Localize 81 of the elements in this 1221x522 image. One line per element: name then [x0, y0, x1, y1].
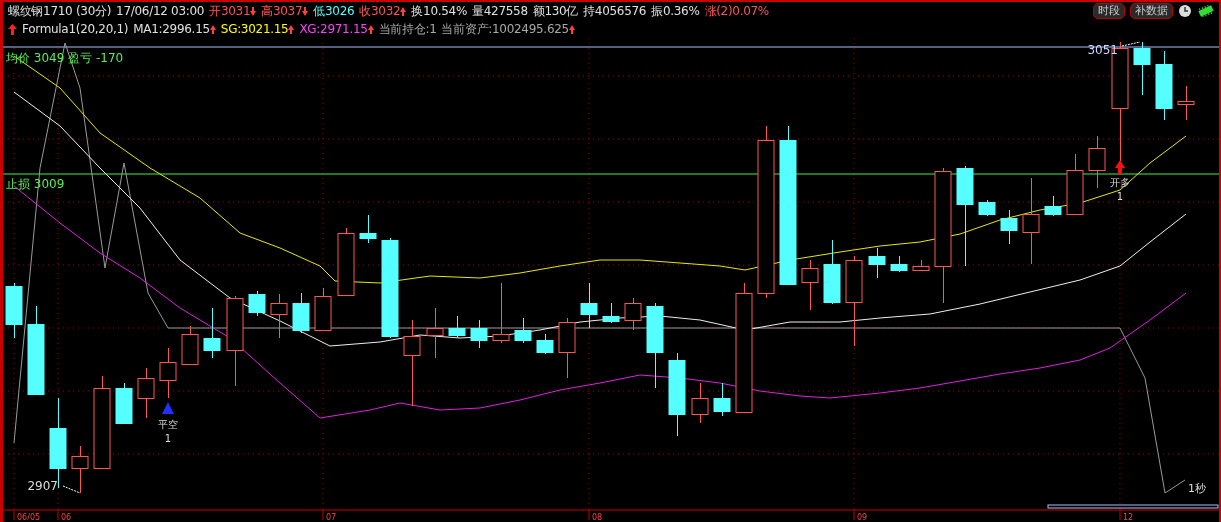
date-axis-label: 07 [326, 512, 337, 520]
candlestick [602, 302, 620, 324]
candlestick [448, 315, 466, 339]
candlestick [536, 333, 554, 355]
candlestick [470, 319, 488, 349]
candlestick [1088, 135, 1106, 189]
toolbar-button[interactable]: 时段 [1093, 3, 1125, 19]
candlestick [823, 239, 841, 305]
quote-value: 17/06/12 03:00 [116, 3, 205, 20]
scroll-bar[interactable] [1047, 504, 1219, 509]
signal-count: 1 [1116, 191, 1124, 202]
candlestick [5, 282, 23, 339]
quote-value: Formula1(20,20,1) [22, 21, 129, 38]
quote-value: 额130亿 [532, 3, 579, 20]
quote-value: 量427558 [472, 3, 528, 20]
triangle-icon [162, 402, 174, 414]
candlestick [203, 307, 221, 359]
candlestick [912, 259, 930, 271]
up-arrow-icon [1115, 160, 1125, 174]
candlestick [558, 317, 576, 379]
candlestick [270, 293, 288, 339]
candlestick [514, 317, 532, 344]
candlestick [1177, 85, 1195, 121]
candlestick [337, 227, 355, 297]
high-price-label: 3051 [1087, 43, 1118, 57]
signal-count: 1 [164, 433, 172, 444]
candlestick [1133, 41, 1151, 96]
up-arrow-icon [8, 23, 17, 35]
candlestick [1066, 153, 1084, 215]
quote-value: 涨(2)0.07% [704, 3, 769, 20]
low-price-label: 2907 [27, 479, 58, 493]
quote-value: 持4056576 [583, 3, 647, 20]
candlestick [801, 259, 819, 311]
quote-value: 螺纹钢1710 (30分) [8, 3, 112, 20]
candlestick [71, 445, 89, 494]
quote-value: MA1:2996.15 [133, 21, 210, 38]
candlestick [1155, 50, 1173, 121]
quote-value: 开3031 [209, 3, 251, 20]
candlestick [890, 255, 908, 273]
date-axis-label: 12 [1123, 512, 1134, 520]
candlestick [426, 307, 444, 359]
candlestick [1000, 209, 1018, 245]
quote-value: 当前持仓:1 [378, 21, 437, 38]
signal-label: 平空 [158, 419, 178, 430]
date-axis-label: 06 [61, 512, 72, 520]
candlestick [580, 282, 598, 329]
quote-value: 换10.54% [411, 3, 468, 20]
candlestick [115, 382, 133, 424]
candlestick [181, 325, 199, 365]
date-axis-label: 08 [592, 512, 603, 520]
chip-icon[interactable] [1197, 5, 1215, 17]
leader-line [62, 485, 81, 494]
candlestick [624, 297, 642, 331]
candlestick [137, 367, 155, 419]
quote-value: 振0.36% [651, 3, 700, 20]
date-axis-label: 06/05 [17, 512, 41, 520]
candlestick [691, 382, 709, 424]
candlestick [978, 199, 996, 217]
candlestick [868, 247, 886, 279]
candlestick [159, 347, 177, 399]
quote-value: 高3037 [261, 3, 303, 20]
date-axis-label: 09 [857, 512, 868, 520]
clock-icon[interactable] [1178, 4, 1192, 18]
signal-label: 开多 [1110, 177, 1130, 188]
candlestick [713, 382, 731, 417]
quote-value: 低3026 [313, 3, 355, 20]
leader-line [1121, 41, 1141, 47]
average-price-label: 均价 3049 盈亏 -170 [6, 51, 124, 65]
quote-value: 当前资产:1002495.625 [441, 21, 569, 38]
timer-label: 1秒 [1188, 482, 1206, 495]
candlestick [1044, 195, 1062, 217]
candlestick [359, 214, 377, 244]
quote-value: XG:2971.15 [299, 21, 368, 38]
quote-value: SG:3021.15 [220, 21, 289, 38]
candlestick [248, 290, 266, 317]
candlestick [292, 292, 310, 334]
quote-value: 收3032 [359, 3, 401, 20]
candlestick [314, 287, 332, 331]
candlestick [492, 282, 510, 344]
stop-loss-label: 止损 3009 [6, 177, 65, 191]
toolbar-button[interactable]: 补数据 [1130, 3, 1173, 19]
